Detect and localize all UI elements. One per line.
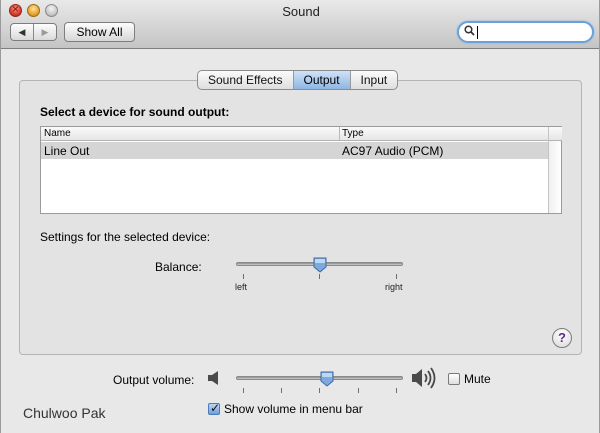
table-header: Name Type [41, 127, 548, 141]
balance-left-label: left [235, 282, 248, 292]
magnifier-icon [464, 25, 475, 39]
mute-checkbox-box[interactable] [448, 373, 460, 385]
volume-tick [396, 388, 397, 393]
balance-tick-center [319, 274, 320, 279]
tab-input[interactable]: Input [349, 71, 398, 89]
device-type-cell: AC97 Audio (PCM) [342, 144, 444, 158]
volume-tick [319, 388, 320, 393]
header-corner [549, 127, 562, 141]
column-header-name[interactable]: Name [44, 128, 71, 139]
text-caret [477, 26, 478, 39]
column-header-type[interactable]: Type [342, 128, 364, 139]
volume-tick [243, 388, 244, 393]
show-volume-label: Show volume in menu bar [224, 402, 363, 416]
speaker-low-icon[interactable] [207, 370, 221, 389]
show-volume-checkbox-box[interactable] [208, 401, 220, 415]
speaker-high-icon[interactable] [411, 367, 439, 392]
volume-slider-thumb[interactable] [320, 371, 334, 387]
balance-tick-left [243, 274, 244, 279]
triangle-right-icon: ▶ [41, 26, 49, 37]
tab-bar: Sound Effects Output Input [197, 70, 399, 90]
forward-button[interactable]: ▶ [33, 24, 56, 40]
help-button[interactable]: ? [552, 328, 572, 348]
search-field[interactable] [457, 21, 594, 43]
output-volume-label: Output volume: [113, 373, 195, 387]
window-toolbar: Sound ◀ ▶ Show All [1, 0, 599, 49]
device-name-cell: Line Out [44, 144, 90, 158]
device-table: Name Type Line Out AC97 Audio (PCM) [40, 126, 562, 214]
author-caption: Chulwoo Pak [23, 405, 106, 421]
balance-tick-right [396, 274, 397, 279]
balance-right-label: right [385, 282, 403, 292]
device-heading: Select a device for sound output: [40, 105, 230, 119]
output-panel [19, 80, 582, 355]
balance-label: Balance: [155, 260, 202, 274]
window-title: Sound [282, 4, 320, 19]
table-scrollbar[interactable] [548, 127, 562, 213]
mute-checkbox[interactable]: Mute [448, 372, 491, 386]
tab-output[interactable]: Output [292, 71, 350, 89]
show-all-button[interactable]: Show All [64, 22, 135, 42]
balance-slider-thumb[interactable] [313, 257, 327, 273]
show-volume-checkbox[interactable]: Show volume in menu bar [208, 401, 363, 416]
tab-sound-effects[interactable]: Sound Effects [198, 71, 292, 89]
column-divider[interactable] [339, 127, 340, 141]
sound-preferences-window: Sound ◀ ▶ Show All Sound Effects Output … [0, 0, 600, 433]
back-button[interactable]: ◀ [11, 24, 33, 40]
mute-label: Mute [464, 372, 491, 386]
table-row[interactable]: Line Out AC97 Audio (PCM) [41, 142, 548, 159]
triangle-left-icon: ◀ [18, 26, 26, 37]
volume-tick [281, 388, 282, 393]
settings-heading: Settings for the selected device: [40, 230, 211, 244]
back-forward-group: ◀ ▶ [10, 23, 57, 41]
volume-tick [358, 388, 359, 393]
